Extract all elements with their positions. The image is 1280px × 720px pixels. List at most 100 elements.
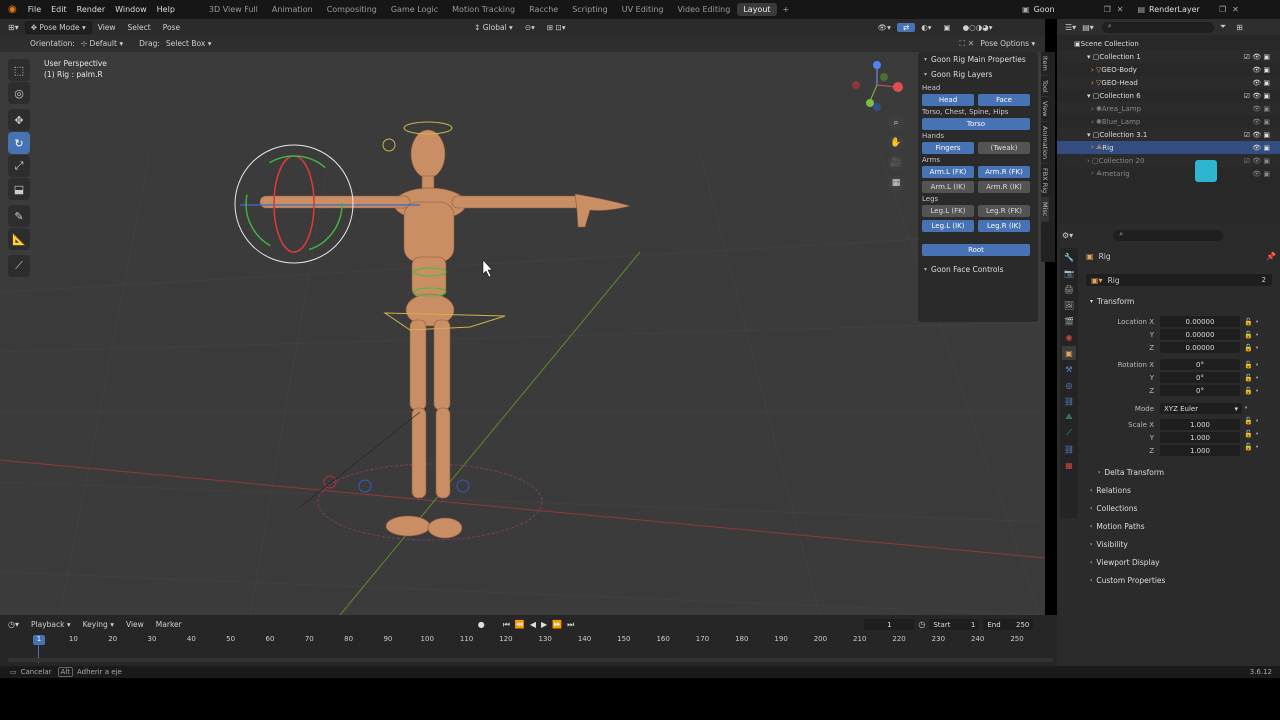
tab-misc[interactable]: Misc xyxy=(1041,198,1049,222)
copy-layer-icon[interactable]: ❐ xyxy=(1219,5,1226,14)
properties-editor-icon[interactable]: ⚙▾ xyxy=(1062,231,1073,240)
snap-icon[interactable]: ⊞ ⊡▾ xyxy=(541,23,572,32)
view-menu[interactable]: View xyxy=(92,23,122,32)
motion-paths-panel-header[interactable]: › Motion Paths xyxy=(1090,522,1145,531)
tab-motion-tracking[interactable]: Motion Tracking xyxy=(445,5,522,14)
tab-scripting[interactable]: Scripting xyxy=(565,5,615,14)
new-collection-icon[interactable]: ⊞ xyxy=(1236,23,1243,32)
object-name-field[interactable]: ▣▾ Rig 2 xyxy=(1086,274,1272,286)
jump-end-icon[interactable]: ⏭ xyxy=(567,620,574,630)
outliner-row-collection31[interactable]: ▾ ▢ Collection 3.1 ☑ 👁 ▣ xyxy=(1057,128,1280,141)
outliner-row-collection1[interactable]: ▾ ▢ Collection 1 ☑ 👁 ▣ xyxy=(1057,50,1280,63)
visibility-panel-header[interactable]: › Visibility xyxy=(1090,540,1128,549)
outliner-row-blue-lamp[interactable]: › ✺ Blue_Lamp 👁 ▣ xyxy=(1057,115,1280,128)
scale-z-field[interactable]: 1.000 xyxy=(1160,445,1240,456)
visibility-eye-icon[interactable]: ☑ 👁 ▣ xyxy=(1244,157,1280,165)
display-mode-icon[interactable]: ▤▾ xyxy=(1082,23,1094,32)
scene-selector[interactable]: ▣ Goon ❐ ✕ ▤ RenderLayer ❐ ✕ xyxy=(1022,3,1239,16)
menu-help[interactable]: Help xyxy=(152,5,180,14)
fingers-layer-button[interactable]: Fingers xyxy=(922,142,974,154)
menu-render[interactable]: Render xyxy=(72,5,110,14)
camera-icon[interactable]: 🎥 xyxy=(888,155,904,171)
timeline-scrollbar[interactable] xyxy=(8,658,1053,662)
timeline[interactable]: ◷▾ Playback ▾ Keying ▾ View Marker ● ⏮ ⏪… xyxy=(0,615,1057,666)
transform-orientation-dropdown[interactable]: ↕ Global ▾ xyxy=(468,23,519,32)
add-workspace-icon[interactable]: + xyxy=(777,5,796,14)
xray-icon[interactable]: ▣ xyxy=(938,23,957,32)
prev-key-icon[interactable]: ⏪ xyxy=(515,620,525,629)
tab-uv-editing[interactable]: UV Editing xyxy=(615,5,671,14)
outliner-row-rig[interactable]: › ⟁ Rig 👁 ▣ xyxy=(1057,141,1280,154)
outliner-row-geo-body[interactable]: › ▽ GEO-Body 👁 ▣ xyxy=(1057,63,1280,76)
torso-layer-button[interactable]: Torso xyxy=(922,118,1030,130)
cursor-tool-button[interactable]: ◎ xyxy=(8,82,30,104)
lock-icon[interactable]: 🔓 • xyxy=(1244,316,1268,329)
scale-x-field[interactable]: 1.000 xyxy=(1160,419,1240,430)
bone-tab-icon[interactable]: ⟋ xyxy=(1062,426,1076,440)
object-tab-icon[interactable]: ▣ xyxy=(1062,346,1076,360)
tab-animation-side[interactable]: Animation xyxy=(1041,122,1049,165)
clock-icon[interactable]: ◷ xyxy=(918,620,925,629)
visibility-eye-icon[interactable]: 👁 ▣ xyxy=(1252,170,1280,178)
location-z-field[interactable]: 0.00000 xyxy=(1160,342,1240,353)
view-layer-tab-icon[interactable]: 🖼 xyxy=(1062,298,1076,312)
select-menu[interactable]: Select xyxy=(122,23,157,32)
outliner-row-area-lamp[interactable]: › ✺ Area_Lamp 👁 ▣ xyxy=(1057,102,1280,115)
current-frame-field[interactable]: 1 xyxy=(864,619,915,630)
frame-ruler[interactable]: 10 20 30 40 50 60 70 80 90 100 110 120 130 140 150 160 1… xyxy=(0,634,1057,646)
visibility-eye-icon[interactable]: 👁 ▣ xyxy=(1252,144,1280,152)
rotation-y-field[interactable]: 0° xyxy=(1160,372,1240,383)
tool-tab-icon[interactable]: 🔧 xyxy=(1062,250,1076,264)
move-tool-button[interactable]: ✥ xyxy=(8,109,30,131)
lock-icon[interactable]: 🔓 • xyxy=(1244,359,1268,372)
arm-r-ik-button[interactable]: Arm.R (IK) xyxy=(978,181,1030,193)
pose-menu[interactable]: Pose xyxy=(157,23,186,32)
menu-file[interactable]: File xyxy=(23,5,46,14)
start-frame-field[interactable]: Start 1 xyxy=(929,619,980,630)
jump-start-icon[interactable]: ⏮ xyxy=(503,620,510,630)
close-icon[interactable]: ✕ xyxy=(1117,5,1124,14)
scene-tab-icon[interactable]: 🎬 xyxy=(1062,314,1076,328)
face-layer-button[interactable]: Face xyxy=(978,94,1030,106)
leg-r-fk-button[interactable]: Leg.R (FK) xyxy=(978,205,1030,217)
lock-icon[interactable]: 🔓 • xyxy=(1244,428,1268,441)
tab-item[interactable]: Item xyxy=(1041,52,1049,76)
gizmo-icon[interactable]: ⇄ xyxy=(896,22,916,32)
bone-tool-button[interactable]: ⟋ xyxy=(8,255,30,277)
scale-tool-button[interactable]: ⤢ xyxy=(8,155,30,177)
filter-icon[interactable]: ⏷ xyxy=(1220,22,1226,32)
tab-compositing[interactable]: Compositing xyxy=(320,5,384,14)
tab-fbx-rig[interactable]: FBX Rig xyxy=(1041,164,1049,199)
record-icon[interactable]: ● xyxy=(478,620,485,629)
mode-dropdown[interactable]: ✥ Pose Mode ▾ xyxy=(24,20,92,34)
shading-solid-icon[interactable]: ●○◑◕▾ xyxy=(957,23,999,32)
leg-l-ik-button[interactable]: Leg.L (IK) xyxy=(922,220,974,232)
delta-transform-header[interactable]: › Delta Transform xyxy=(1098,468,1164,477)
visibility-icon[interactable]: 👁▾ xyxy=(872,23,897,32)
lock-icon[interactable]: 🔓 • xyxy=(1244,441,1268,454)
playhead[interactable]: 1 xyxy=(33,635,45,645)
visibility-eye-icon[interactable]: 👁 ▣ xyxy=(1252,66,1280,74)
custom-properties-panel-header[interactable]: › Custom Properties xyxy=(1090,576,1165,585)
rotation-x-field[interactable]: 0° xyxy=(1160,359,1240,370)
outliner-search-icon[interactable]: ⌕ xyxy=(1101,21,1214,33)
measure-tool-button[interactable]: 📐 xyxy=(8,228,30,250)
face-controls-header[interactable]: ▾ Goon Face Controls xyxy=(918,262,1038,277)
menu-edit[interactable]: Edit xyxy=(46,5,72,14)
relations-panel-header[interactable]: › Relations xyxy=(1090,486,1131,495)
menu-window[interactable]: Window xyxy=(110,5,152,14)
outliner-row-scene[interactable]: ▣ Scene Collection xyxy=(1057,37,1280,50)
leg-l-fk-button[interactable]: Leg.L (FK) xyxy=(922,205,974,217)
timeline-editor-icon[interactable]: ◷▾ xyxy=(0,620,25,629)
annotate-tool-button[interactable]: ✎ xyxy=(8,205,30,227)
head-layer-button[interactable]: Head xyxy=(922,94,974,106)
outliner-row-metarig[interactable]: › ⟁ metarig 👁 ▣ xyxy=(1057,167,1280,180)
options-icon[interactable]: ⛶ ✕ xyxy=(959,39,974,49)
root-layer-button[interactable]: Root xyxy=(922,244,1030,256)
bone-constraint-tab-icon[interactable]: ⛓ xyxy=(1062,442,1076,456)
location-x-field[interactable]: 0.00000 xyxy=(1160,316,1240,327)
properties-search-icon[interactable]: ⌕ xyxy=(1113,229,1224,241)
playback-menu[interactable]: Playback ▾ xyxy=(25,620,77,629)
timeline-view-menu[interactable]: View xyxy=(120,620,150,629)
visibility-eye-icon[interactable]: 👁 ▣ xyxy=(1252,118,1280,126)
